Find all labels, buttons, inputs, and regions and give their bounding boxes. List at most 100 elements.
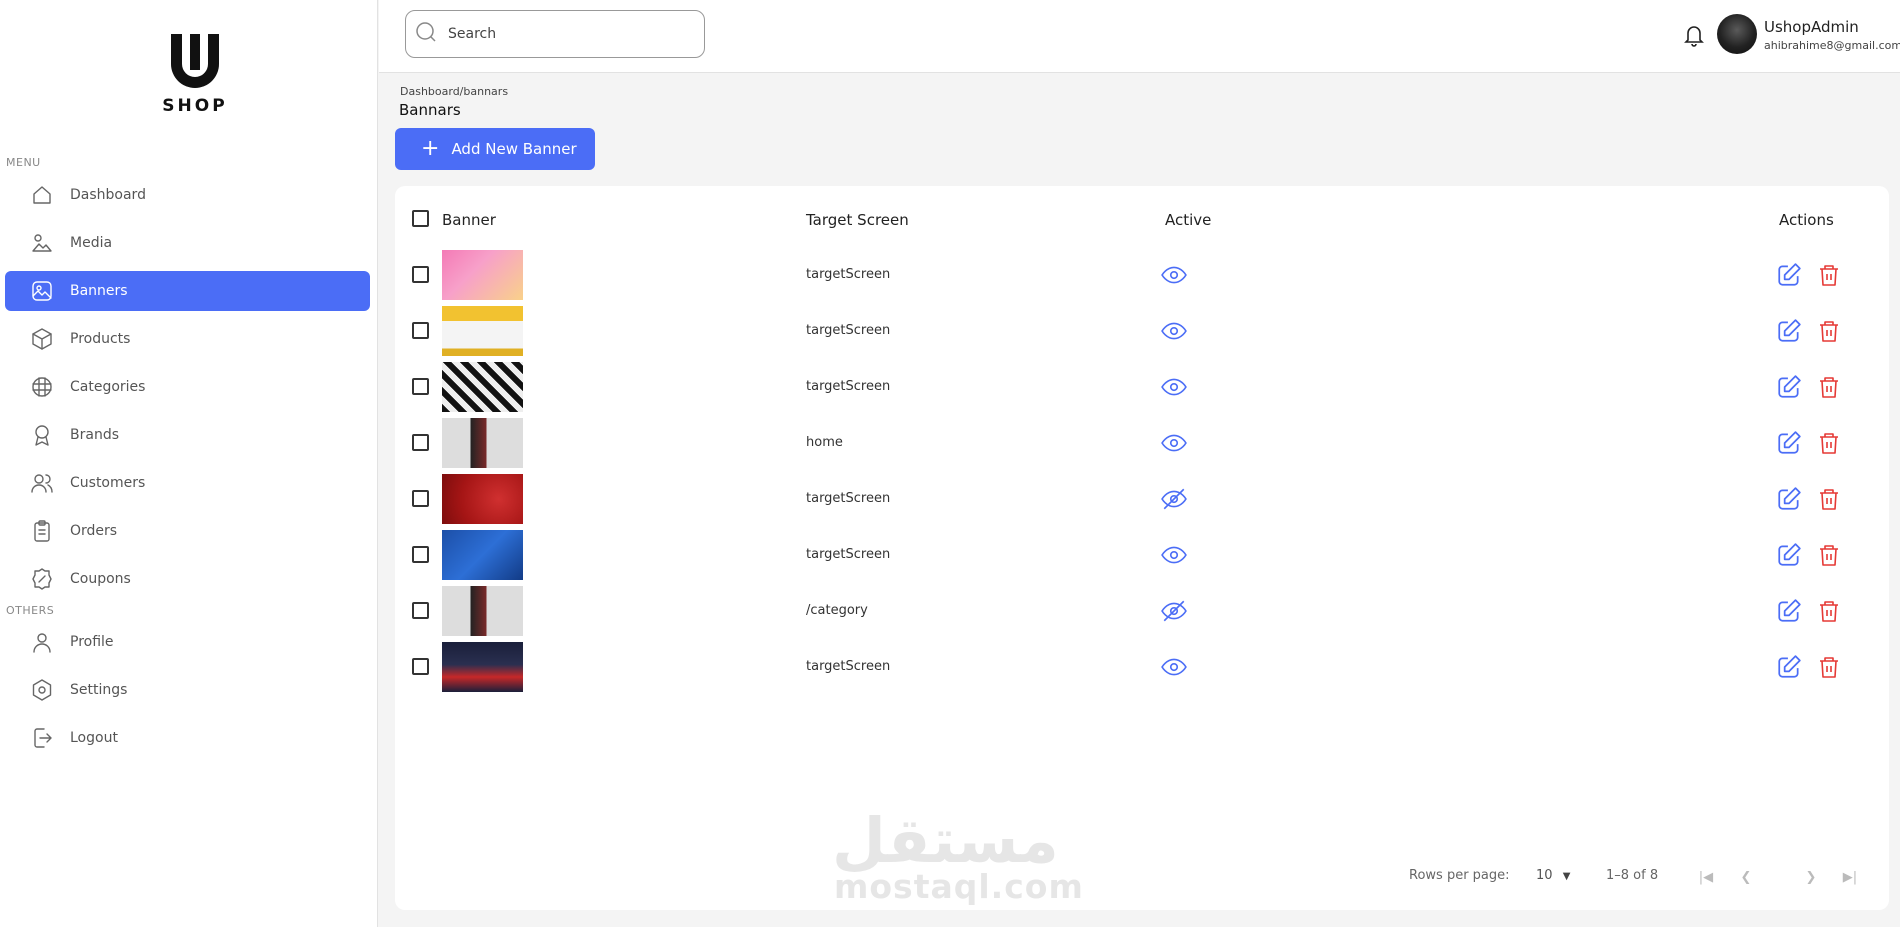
- target-screen-cell: targetScreen: [806, 379, 891, 394]
- sidebar-item-label: Media: [70, 235, 113, 251]
- column-header-target-screen[interactable]: Target Screen: [806, 211, 909, 229]
- target-screen-cell: targetScreen: [806, 659, 891, 674]
- avatar[interactable]: [1717, 14, 1757, 54]
- delete-icon[interactable]: [1815, 653, 1843, 681]
- grid-icon: [29, 374, 55, 400]
- edit-icon[interactable]: [1775, 485, 1803, 513]
- clipboard-icon: [29, 518, 55, 544]
- sidebar-item-orders[interactable]: Orders: [5, 511, 370, 551]
- row-checkbox[interactable]: [412, 434, 429, 451]
- users-icon: [29, 470, 55, 496]
- eye-icon[interactable]: [1160, 653, 1188, 681]
- sidebar-item-label: Orders: [70, 523, 118, 539]
- menu-section-label: MENU: [6, 156, 41, 169]
- search-icon: [414, 20, 438, 48]
- target-screen-cell: targetScreen: [806, 547, 891, 562]
- row-checkbox[interactable]: [412, 602, 429, 619]
- column-header-active[interactable]: Active: [1165, 211, 1211, 229]
- sidebar-item-categories[interactable]: Categories: [5, 367, 370, 407]
- delete-icon[interactable]: [1815, 485, 1843, 513]
- eye-icon[interactable]: [1160, 317, 1188, 345]
- edit-icon[interactable]: [1775, 541, 1803, 569]
- sidebar-item-label: Profile: [70, 634, 114, 650]
- sidebar-item-customers[interactable]: Customers: [5, 463, 370, 503]
- edit-icon[interactable]: [1775, 653, 1803, 681]
- row-checkbox[interactable]: [412, 658, 429, 675]
- discount-icon: [29, 566, 55, 592]
- target-screen-cell: home: [806, 435, 843, 450]
- delete-icon[interactable]: [1815, 429, 1843, 457]
- row-checkbox[interactable]: [412, 546, 429, 563]
- sidebar-item-label: Banners: [70, 283, 128, 299]
- sidebar-item-banners[interactable]: Banners: [5, 271, 370, 311]
- add-new-banner-label: Add New Banner: [451, 140, 577, 158]
- eye-icon[interactable]: [1160, 429, 1188, 457]
- box-icon: [29, 326, 55, 352]
- edit-icon[interactable]: [1775, 373, 1803, 401]
- row-checkbox[interactable]: [412, 490, 429, 507]
- eye-icon[interactable]: [1160, 261, 1188, 289]
- eye-icon[interactable]: [1160, 541, 1188, 569]
- edit-icon[interactable]: [1775, 317, 1803, 345]
- select-all-checkbox[interactable]: [412, 210, 429, 227]
- banner-thumbnail[interactable]: [442, 530, 523, 580]
- rows-per-page-label: Rows per page:: [1409, 868, 1510, 883]
- search-box[interactable]: [405, 10, 705, 58]
- banner-thumbnail[interactable]: [442, 474, 523, 524]
- sidebar-item-logout[interactable]: Logout: [5, 718, 370, 758]
- sidebar-item-dashboard[interactable]: Dashboard: [5, 175, 370, 215]
- banner-thumbnail[interactable]: [442, 418, 523, 468]
- logo-text: SHOP: [162, 96, 228, 116]
- delete-icon[interactable]: [1815, 541, 1843, 569]
- column-header-actions: Actions: [1779, 211, 1834, 229]
- notification-bell-icon[interactable]: [1682, 22, 1706, 48]
- edit-icon[interactable]: [1775, 429, 1803, 457]
- eye-off-icon[interactable]: [1160, 485, 1188, 513]
- first-page-icon[interactable]: |◀: [1694, 865, 1718, 889]
- sidebar-item-coupons[interactable]: Coupons: [5, 559, 370, 599]
- target-screen-cell: /category: [806, 603, 868, 618]
- target-screen-cell: targetScreen: [806, 267, 891, 282]
- edit-icon[interactable]: [1775, 261, 1803, 289]
- next-page-icon[interactable]: ❯: [1799, 865, 1823, 889]
- row-checkbox[interactable]: [412, 322, 429, 339]
- ushop-logo[interactable]: SHOP: [155, 34, 235, 116]
- banner-thumbnail[interactable]: [442, 306, 523, 356]
- row-checkbox[interactable]: [412, 378, 429, 395]
- row-checkbox[interactable]: [412, 266, 429, 283]
- user-icon: [29, 629, 55, 655]
- edit-icon[interactable]: [1775, 597, 1803, 625]
- sidebar-item-label: Customers: [70, 475, 146, 491]
- eye-icon[interactable]: [1160, 373, 1188, 401]
- logout-icon: [29, 725, 55, 751]
- delete-icon[interactable]: [1815, 597, 1843, 625]
- banner-thumbnail[interactable]: [442, 250, 523, 300]
- sidebar-item-products[interactable]: Products: [5, 319, 370, 359]
- previous-page-icon[interactable]: ❮: [1734, 865, 1758, 889]
- sidebar-item-media[interactable]: Media: [5, 223, 370, 263]
- rows-per-page-select[interactable]: 10 ▼: [1536, 868, 1570, 883]
- search-input[interactable]: [448, 26, 688, 42]
- watermark-latin: mostaql.com: [834, 867, 1084, 906]
- delete-icon[interactable]: [1815, 373, 1843, 401]
- eye-off-icon[interactable]: [1160, 597, 1188, 625]
- add-new-banner-button[interactable]: + Add New Banner: [395, 128, 595, 170]
- image-icon: [29, 278, 55, 304]
- sidebar-item-settings[interactable]: Settings: [5, 670, 370, 710]
- delete-icon[interactable]: [1815, 317, 1843, 345]
- user-name: UshopAdmin: [1764, 18, 1859, 36]
- sidebar-item-profile[interactable]: Profile: [5, 622, 370, 662]
- last-page-icon[interactable]: ▶|: [1838, 865, 1862, 889]
- media-icon: [29, 230, 55, 256]
- banner-thumbnail[interactable]: [442, 586, 523, 636]
- banner-thumbnail[interactable]: [442, 642, 523, 692]
- logo-mark: [171, 34, 219, 88]
- home-icon: [29, 182, 55, 208]
- others-section-label: OTHERS: [6, 604, 55, 617]
- breadcrumb[interactable]: Dashboard/bannars: [400, 85, 508, 98]
- target-screen-cell: targetScreen: [806, 323, 891, 338]
- column-header-banner[interactable]: Banner: [442, 211, 496, 229]
- banner-thumbnail[interactable]: [442, 362, 523, 412]
- sidebar-item-brands[interactable]: Brands: [5, 415, 370, 455]
- delete-icon[interactable]: [1815, 261, 1843, 289]
